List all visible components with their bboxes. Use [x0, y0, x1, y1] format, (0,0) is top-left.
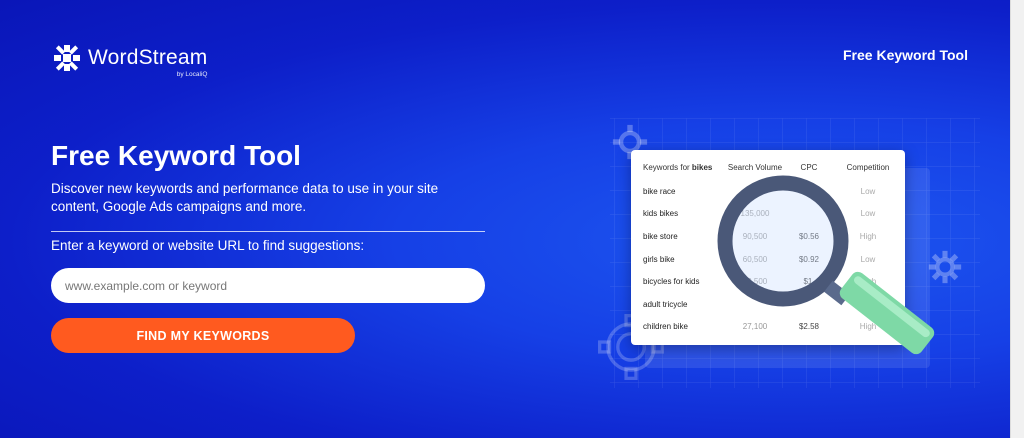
page-subtitle: Discover new keywords and performance da… [51, 181, 439, 214]
divider [51, 231, 485, 232]
table-row: kids bikes 135,000 Low [643, 209, 876, 219]
table-row: bike store 90,500 $0.56 High [643, 231, 877, 241]
wordstream-logo-icon [54, 45, 80, 71]
table-row: children bike 27,100 $2.58 High [643, 322, 877, 332]
wordstream-logo[interactable]: WordStream by LocaliQ [52, 43, 208, 78]
brand-name: WordStream [88, 46, 208, 69]
table-row: girls bike 60,500 $0.92 Low [643, 254, 876, 264]
search-prompt-label: Enter a keyword or website URL to find s… [51, 238, 365, 253]
hero-section: WordStream by LocaliQ Free Keyword Tool … [0, 0, 1010, 438]
table-header-row: Keywords for bikes Search Volume CPC Com… [631, 150, 905, 180]
table-row: bike race Low [643, 186, 876, 196]
col-cpc-header: CPC [800, 162, 818, 172]
table-row: bicycles for kids 49,500 $1. High [643, 277, 877, 287]
page-scrollbar[interactable] [1010, 0, 1024, 438]
col-search-volume-header: Search Volume [727, 162, 783, 172]
col-competition-header: Competition [846, 162, 890, 172]
gear-icon [928, 250, 962, 284]
keyword-search-input[interactable] [51, 268, 485, 303]
find-my-keywords-button[interactable]: FIND MY KEYWORDS [51, 318, 355, 353]
keyword-table-card: Keywords for bikes Search Volume CPC Com… [631, 150, 905, 345]
col-keywords-header: Keywords for bikes [643, 162, 713, 172]
table-row: adult tricycle [643, 299, 688, 309]
nav-free-keyword-tool-link[interactable]: Free Keyword Tool [843, 47, 968, 63]
brand-byline: by LocaliQ [176, 71, 208, 78]
keyword-table: Keywords for bikes Search Volume CPC Com… [631, 150, 905, 338]
keyword-illustration: Keywords for bikes Search Volume CPC Com… [590, 118, 980, 388]
page-title: Free Keyword Tool [51, 140, 301, 171]
